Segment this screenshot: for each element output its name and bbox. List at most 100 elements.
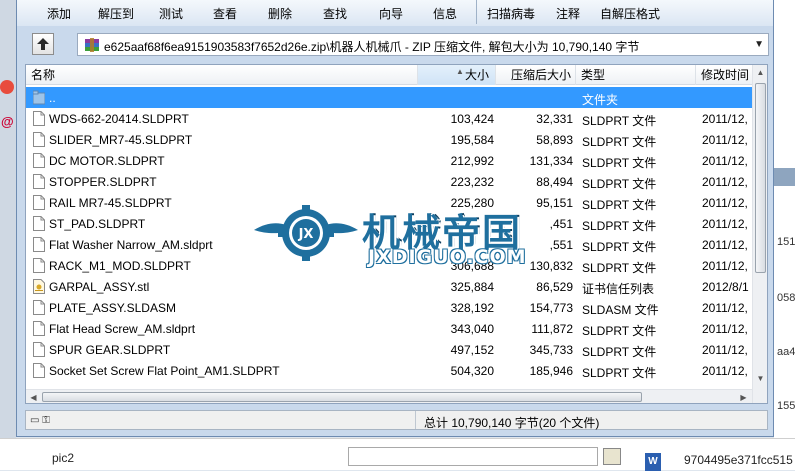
file-row[interactable]: GARPAL_ASSY.stl 325,884 86,529 证书信任列表 2012/8… bbox=[26, 276, 752, 297]
list-header: 名称 ▲ 大小 压缩后大小 类型 修改时间 bbox=[26, 65, 752, 85]
file-icon bbox=[33, 321, 45, 336]
file-row[interactable]: RACK_M1_MOD.SLDPRT 306,688 130,832 SLDPRT 文… bbox=[26, 255, 752, 276]
status-left-pane: ▭ ⚿ bbox=[26, 411, 416, 429]
file-modified: 2011/12, bbox=[702, 343, 748, 357]
file-icon bbox=[33, 342, 45, 357]
file-row[interactable]: Socket Set Screw Flat Point_AM1.SLDPRT 50… bbox=[26, 360, 752, 381]
file-row[interactable]: ST_PAD.SLDPRT ,451 SLDPRT 文件 2011/12, bbox=[26, 213, 752, 234]
upload-field[interactable] bbox=[348, 447, 598, 466]
file-row[interactable]: SPUR GEAR.SLDPRT 497,152 345,733 SLDPRT 文件 2… bbox=[26, 339, 752, 360]
file-type: SLDPRT 文件 bbox=[582, 135, 657, 149]
column-modified[interactable]: 修改时间 bbox=[696, 65, 752, 85]
file-list: 名称 ▲ 大小 压缩后大小 类型 修改时间 .. 文件夹 WDS-662-20414… bbox=[25, 64, 768, 404]
scan-virus-button[interactable]: 扫描病毒 bbox=[487, 5, 535, 22]
path-combobox[interactable]: e625aaf68f6ea9151903583f7652d26e.zip\机器人… bbox=[77, 33, 769, 56]
scroll-left-icon[interactable]: ◀ bbox=[26, 390, 41, 403]
file-row[interactable]: Flat Head Screw_AM.sldprt 343,040 111,872 S… bbox=[26, 318, 752, 339]
file-type: 证书信任列表 bbox=[582, 282, 655, 296]
word-doc-icon: W bbox=[645, 453, 661, 471]
file-name: Socket Set Screw Flat Point_AM1.SLDPRT bbox=[49, 364, 280, 378]
file-modified: 2011/12, bbox=[702, 133, 748, 147]
browse-icon[interactable] bbox=[603, 448, 621, 465]
file-packed-size: 88,494 bbox=[536, 175, 573, 189]
file-row[interactable]: .. 文件夹 bbox=[26, 87, 752, 108]
pic-label: pic2 bbox=[52, 451, 75, 465]
file-row[interactable]: RAIL MR7-45.SLDPRT 225,280 95,151 SLDPRT 文件… bbox=[26, 192, 752, 213]
column-type-label: 类型 bbox=[581, 68, 606, 82]
view-button[interactable]: 查看 bbox=[213, 5, 237, 22]
file-size: 103,424 bbox=[450, 112, 494, 126]
horizontal-scrollbar[interactable]: ◀ ▶ bbox=[26, 389, 752, 403]
file-name: STOPPER.SLDPRT bbox=[49, 175, 157, 189]
file-row[interactable]: PLATE_ASSY.SLDASM 328,192 154,773 SLDASM 文件… bbox=[26, 297, 752, 318]
file-row[interactable]: STOPPER.SLDPRT 223,232 88,494 SLDPRT 文件 2011… bbox=[26, 171, 752, 192]
scroll-right-icon[interactable]: ▶ bbox=[736, 390, 751, 403]
toolbar-separator bbox=[476, 0, 477, 24]
file-row[interactable]: WDS-662-20414.SLDPRT 103,424 32,331 SLDPRT … bbox=[26, 108, 752, 129]
zip-archive-icon bbox=[85, 38, 99, 52]
file-type: SLDPRT 文件 bbox=[582, 114, 657, 128]
file-type: SLDASM 文件 bbox=[582, 303, 659, 317]
background-text: 155 bbox=[777, 400, 795, 412]
column-packed[interactable]: 压缩后大小 bbox=[496, 65, 576, 85]
file-type: SLDPRT 文件 bbox=[582, 177, 657, 191]
add-button[interactable]: 添加 bbox=[47, 5, 71, 22]
file-icon bbox=[33, 363, 45, 378]
file-packed-size: 154,773 bbox=[529, 301, 573, 315]
file-icon bbox=[33, 111, 45, 126]
attachment-filename[interactable]: 9704495e371fcc515 bbox=[684, 453, 793, 467]
sort-up-icon: ▲ bbox=[456, 67, 464, 76]
file-size: 325,884 bbox=[450, 280, 494, 294]
file-size: 306,688 bbox=[450, 259, 494, 273]
drive-key-icon: ▭ ⚿ bbox=[30, 415, 50, 426]
file-type: SLDPRT 文件 bbox=[582, 219, 657, 233]
file-name: SLIDER_MR7-45.SLDPRT bbox=[49, 133, 193, 147]
scroll-up-icon[interactable]: ▲ bbox=[753, 65, 767, 81]
file-name: RACK_M1_MOD.SLDPRT bbox=[49, 259, 191, 273]
vertical-scroll-thumb[interactable] bbox=[755, 83, 766, 273]
background-strip bbox=[774, 168, 795, 186]
file-name: RAIL MR7-45.SLDPRT bbox=[49, 196, 172, 210]
file-size: 504,320 bbox=[450, 364, 494, 378]
file-type: SLDPRT 文件 bbox=[582, 240, 657, 254]
vertical-scrollbar[interactable]: ▲ ▼ bbox=[752, 65, 767, 403]
file-modified: 2011/12, bbox=[702, 175, 748, 189]
sfx-button[interactable]: 自解压格式 bbox=[600, 5, 660, 22]
file-packed-size: 185,946 bbox=[529, 364, 573, 378]
horizontal-scroll-thumb[interactable] bbox=[42, 392, 642, 402]
extract-to-button[interactable]: 解压到 bbox=[98, 5, 134, 22]
file-packed-size: 86,529 bbox=[536, 280, 573, 294]
file-size: 223,232 bbox=[450, 175, 494, 189]
column-type[interactable]: 类型 bbox=[576, 65, 696, 85]
column-name[interactable]: 名称 bbox=[26, 65, 418, 85]
file-size: 343,040 bbox=[450, 322, 494, 336]
file-modified: 2011/12, bbox=[702, 364, 748, 378]
find-button[interactable]: 查找 bbox=[323, 5, 347, 22]
column-size-label: 大小 bbox=[464, 68, 489, 82]
file-type: SLDPRT 文件 bbox=[582, 324, 657, 338]
file-name: GARPAL_ASSY.stl bbox=[49, 280, 150, 294]
file-row[interactable]: Flat Washer Narrow_AM.sldprt ,551 SLDPRT 文… bbox=[26, 234, 752, 255]
comment-button[interactable]: 注释 bbox=[556, 5, 580, 22]
status-bar: ▭ ⚿ 总计 10,790,140 字节(20 个文件) bbox=[25, 410, 768, 430]
background-text: 058 bbox=[777, 292, 795, 304]
dropdown-arrow-icon[interactable]: ▼ bbox=[754, 39, 764, 50]
file-type: SLDPRT 文件 bbox=[582, 366, 657, 380]
file-name: PLATE_ASSY.SLDASM bbox=[49, 301, 176, 315]
file-packed-size: 95,151 bbox=[536, 196, 573, 210]
file-icon bbox=[33, 216, 45, 231]
file-modified: 2011/12, bbox=[702, 217, 748, 231]
info-button[interactable]: 信息 bbox=[433, 5, 457, 22]
test-button[interactable]: 测试 bbox=[159, 5, 183, 22]
wizard-button[interactable]: 向导 bbox=[379, 5, 403, 22]
column-size[interactable]: ▲ 大小 bbox=[418, 65, 496, 85]
scroll-down-icon[interactable]: ▼ bbox=[753, 371, 767, 387]
delete-button[interactable]: 删除 bbox=[268, 5, 292, 22]
file-row[interactable]: SLIDER_MR7-45.SLDPRT 195,584 58,893 SLDPRT … bbox=[26, 129, 752, 150]
file-icon bbox=[33, 174, 45, 189]
up-folder-button[interactable] bbox=[32, 33, 54, 55]
file-row[interactable]: DC MOTOR.SLDPRT 212,992 131,334 SLDPRT 文件 20… bbox=[26, 150, 752, 171]
file-modified: 2011/12, bbox=[702, 196, 748, 210]
file-size: 212,992 bbox=[450, 154, 494, 168]
folder-icon bbox=[33, 90, 45, 105]
